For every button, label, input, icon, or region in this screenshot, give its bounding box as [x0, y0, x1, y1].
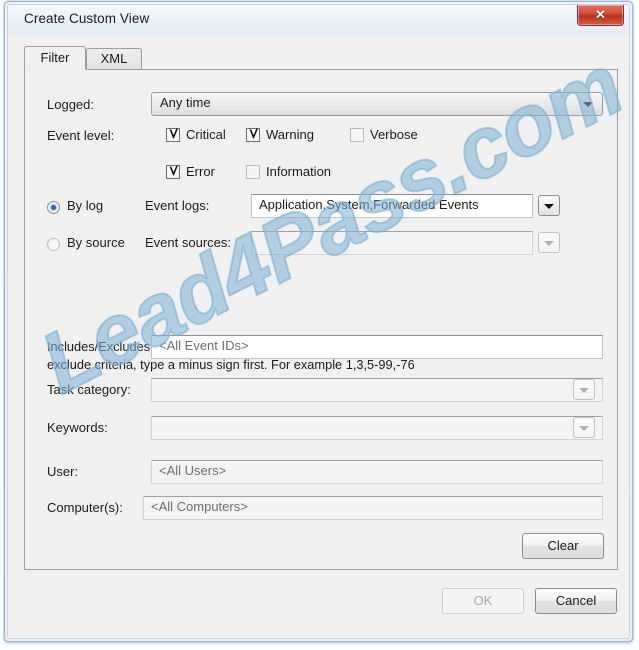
chevron-down-icon	[544, 204, 554, 209]
radio-by-source[interactable]	[47, 238, 60, 251]
tab-xml[interactable]: XML	[86, 48, 142, 70]
logged-value: Any time	[160, 95, 211, 110]
event-ids-field[interactable]: <All Event IDs>	[151, 335, 603, 359]
logged-label: Logged:	[47, 97, 94, 112]
check-icon	[249, 128, 258, 139]
title-bar: Create Custom View ✕	[8, 5, 629, 35]
tab-filter[interactable]: Filter	[24, 46, 86, 70]
checkbox-critical[interactable]	[166, 128, 180, 142]
event-logs-label: Event logs:	[145, 198, 210, 213]
checkbox-information[interactable]	[246, 165, 260, 179]
computers-label: Computer(s):	[47, 500, 123, 515]
event-logs-value: Application,System,Forwarded Events	[259, 197, 479, 212]
user-field[interactable]: <All Users>	[151, 460, 603, 484]
computers-placeholder: <All Computers>	[151, 499, 248, 514]
user-placeholder: <All Users>	[159, 463, 227, 478]
event-sources-field[interactable]	[251, 231, 533, 255]
event-sources-label: Event sources:	[145, 235, 231, 250]
chevron-down-icon	[544, 241, 554, 246]
check-icon	[169, 165, 178, 176]
keywords-dropdown-button[interactable]	[573, 417, 595, 438]
checkbox-warning-label[interactable]: Warning	[266, 127, 314, 142]
ok-button[interactable]: OK	[442, 588, 524, 614]
chevron-down-icon	[579, 426, 589, 431]
cancel-button[interactable]: Cancel	[535, 588, 617, 614]
dialog-window: Create Custom View ✕ Filter XML Logged: …	[4, 1, 638, 642]
keywords-label: Keywords:	[47, 420, 108, 435]
task-category-dropdown-button[interactable]	[573, 379, 595, 400]
radio-by-source-label[interactable]: By source	[67, 235, 125, 250]
computers-field[interactable]: <All Computers>	[143, 496, 603, 520]
close-icon: ✕	[595, 7, 606, 22]
checkbox-verbose[interactable]	[350, 128, 364, 142]
event-ids-placeholder: <All Event IDs>	[159, 338, 249, 353]
checkbox-warning[interactable]	[246, 128, 260, 142]
checkbox-error[interactable]	[166, 165, 180, 179]
chevron-down-icon	[583, 102, 593, 107]
radio-by-log[interactable]	[47, 201, 60, 214]
tab-strip: Filter XML	[24, 46, 618, 70]
clear-button[interactable]: Clear	[522, 533, 604, 559]
chevron-down-icon	[579, 388, 589, 393]
checkbox-error-label[interactable]: Error	[186, 164, 215, 179]
checkbox-critical-label[interactable]: Critical	[186, 127, 226, 142]
close-button[interactable]: ✕	[577, 5, 624, 26]
logged-combobox[interactable]: Any time	[151, 92, 603, 116]
event-level-label: Event level:	[47, 128, 115, 143]
task-category-label: Task category:	[47, 382, 131, 397]
radio-by-log-label[interactable]: By log	[67, 198, 103, 213]
dialog-window-inner: Create Custom View ✕ Filter XML Logged: …	[7, 4, 638, 639]
keywords-field[interactable]	[151, 416, 603, 440]
event-logs-dropdown-button[interactable]	[538, 195, 560, 216]
user-label: User:	[47, 464, 79, 479]
event-logs-field[interactable]: Application,System,Forwarded Events	[251, 194, 533, 218]
task-category-field[interactable]	[151, 378, 603, 402]
check-icon	[169, 128, 178, 139]
checkbox-information-label[interactable]: Information	[266, 164, 331, 179]
checkbox-verbose-label[interactable]: Verbose	[370, 127, 418, 142]
event-sources-dropdown-button	[538, 232, 560, 253]
page-title: Create Custom View	[24, 11, 150, 26]
filter-tab-panel: Logged: Any time Event level: Critical W…	[24, 69, 618, 570]
